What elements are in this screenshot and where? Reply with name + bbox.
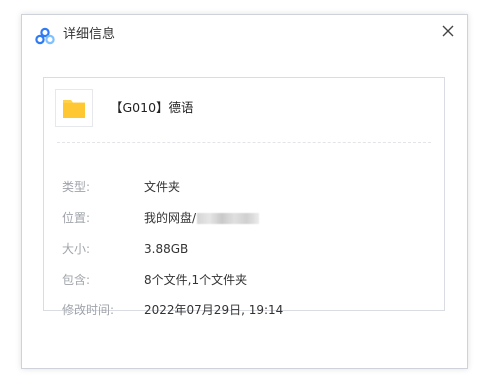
file-name: 【G010】德语 <box>110 100 194 115</box>
detail-label: 位置: <box>62 211 91 225</box>
folder-icon-frame <box>55 89 93 127</box>
cloud-logo-icon <box>35 27 55 45</box>
dialog-titlebar: 详细信息 <box>22 15 467 55</box>
close-icon[interactable] <box>440 23 456 39</box>
details-dialog: 详细信息 【G010】德语 类型: 文件夹 位置: 我的网盘/ 大小: 3.88… <box>21 14 468 369</box>
file-info-card: 【G010】德语 类型: 文件夹 位置: 我的网盘/ 大小: 3.88GB 包含… <box>43 77 445 317</box>
divider <box>57 142 431 143</box>
detail-label: 大小: <box>62 242 91 256</box>
detail-value: 3.88GB <box>144 242 189 256</box>
detail-value: 8个文件,1个文件夹 <box>144 273 248 287</box>
folder-icon <box>63 100 85 118</box>
detail-value[interactable]: 我的网盘/ <box>144 211 196 225</box>
dialog-title: 详细信息 <box>63 27 116 42</box>
detail-value-wrap: 我的网盘/ <box>144 210 260 226</box>
redacted-path <box>197 213 260 224</box>
detail-value: 文件夹 <box>144 180 181 194</box>
detail-value: 2022年07月29日, 19:14 <box>144 303 284 317</box>
detail-label: 类型: <box>62 180 91 194</box>
detail-label: 修改时间: <box>62 303 115 317</box>
detail-label: 包含: <box>62 273 91 287</box>
